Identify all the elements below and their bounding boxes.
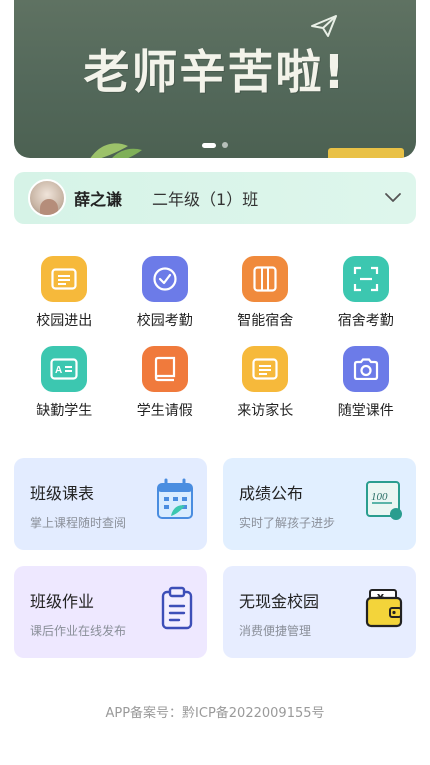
- menu-item-label: 宿舍考勤: [337, 313, 394, 329]
- book-icon: [141, 346, 188, 392]
- menu-item-label: 来访家长: [237, 403, 294, 419]
- menu-item-campus-access[interactable]: 校园进出: [14, 256, 115, 330]
- menu-item-visiting-parents[interactable]: 来访家长: [215, 346, 316, 420]
- menu-item-label: 校园考勤: [136, 313, 193, 329]
- camera-icon: [342, 346, 389, 392]
- menu-item-label: 学生请假: [136, 403, 193, 419]
- list-card-icon: [242, 346, 289, 392]
- check-circle-icon: [141, 256, 188, 302]
- banner[interactable]: 老师辛苦啦!: [14, 0, 416, 158]
- menu-item-label: 智能宿舍: [237, 313, 294, 329]
- card-grade-release[interactable]: 成绩公布 实时了解孩子进步 100: [223, 458, 416, 550]
- svg-text:100: 100: [371, 491, 388, 503]
- carousel-indicator[interactable]: [202, 142, 228, 148]
- chevron-down-icon[interactable]: [384, 192, 402, 204]
- calendar-icon: [157, 478, 193, 519]
- scan-icon: [342, 256, 389, 302]
- menu-item-dorm-attendance[interactable]: 宿舍考勤: [316, 256, 417, 330]
- paper-plane-icon: [311, 15, 337, 37]
- class-selector[interactable]: 薛之谦 二年级（1）班: [14, 172, 416, 224]
- card-cashless-campus[interactable]: 无现金校园 消费便捷管理 ¥: [223, 566, 416, 658]
- menu-item-label: 缺勤学生: [36, 403, 93, 419]
- leaf-decoration-icon: [90, 143, 142, 158]
- menu-item-campus-attendance[interactable]: 校园考勤: [115, 256, 216, 330]
- wardrobe-icon: [242, 256, 289, 302]
- banner-title: 老师辛苦啦!: [83, 45, 347, 99]
- wallet-icon: ¥: [365, 589, 403, 628]
- icp-footer: APP备案号：黔ICP备2022009155号: [105, 706, 325, 721]
- banner-book-decoration: [328, 148, 404, 158]
- menu-item-smart-dorm[interactable]: 智能宿舍: [215, 256, 316, 330]
- menu-item-student-leave[interactable]: 学生请假: [115, 346, 216, 420]
- avatar: [28, 179, 66, 217]
- menu-item-label: 校园进出: [36, 313, 93, 329]
- menu-item-label: 随堂课件: [337, 403, 394, 419]
- svg-text:A: A: [55, 365, 62, 376]
- student-name: 薛之谦: [74, 190, 123, 209]
- carousel-dot[interactable]: [222, 142, 228, 148]
- carousel-dot-active[interactable]: [202, 142, 216, 148]
- menu-item-absent-students[interactable]: A 缺勤学生: [14, 346, 115, 420]
- function-grid: 校园进出 校园考勤 智能宿舍 宿舍考勤 A 缺勤学生 学生请假 来访家长 随堂课…: [14, 256, 416, 420]
- list-card-icon: [41, 256, 88, 302]
- score-board-icon: 100: [366, 481, 402, 520]
- card-class-schedule[interactable]: 班级课表 掌上课程随时查阅: [14, 458, 207, 550]
- feature-cards: 班级课表 掌上课程随时查阅 成绩公布 实时了解孩子进步 100 班级作业 课后作…: [14, 458, 416, 658]
- card-class-homework[interactable]: 班级作业 课后作业在线发布: [14, 566, 207, 658]
- clipboard-icon: [161, 586, 193, 630]
- class-name: 二年级（1）班: [152, 190, 259, 209]
- id-card-icon: A: [41, 346, 88, 392]
- menu-item-courseware[interactable]: 随堂课件: [316, 346, 417, 420]
